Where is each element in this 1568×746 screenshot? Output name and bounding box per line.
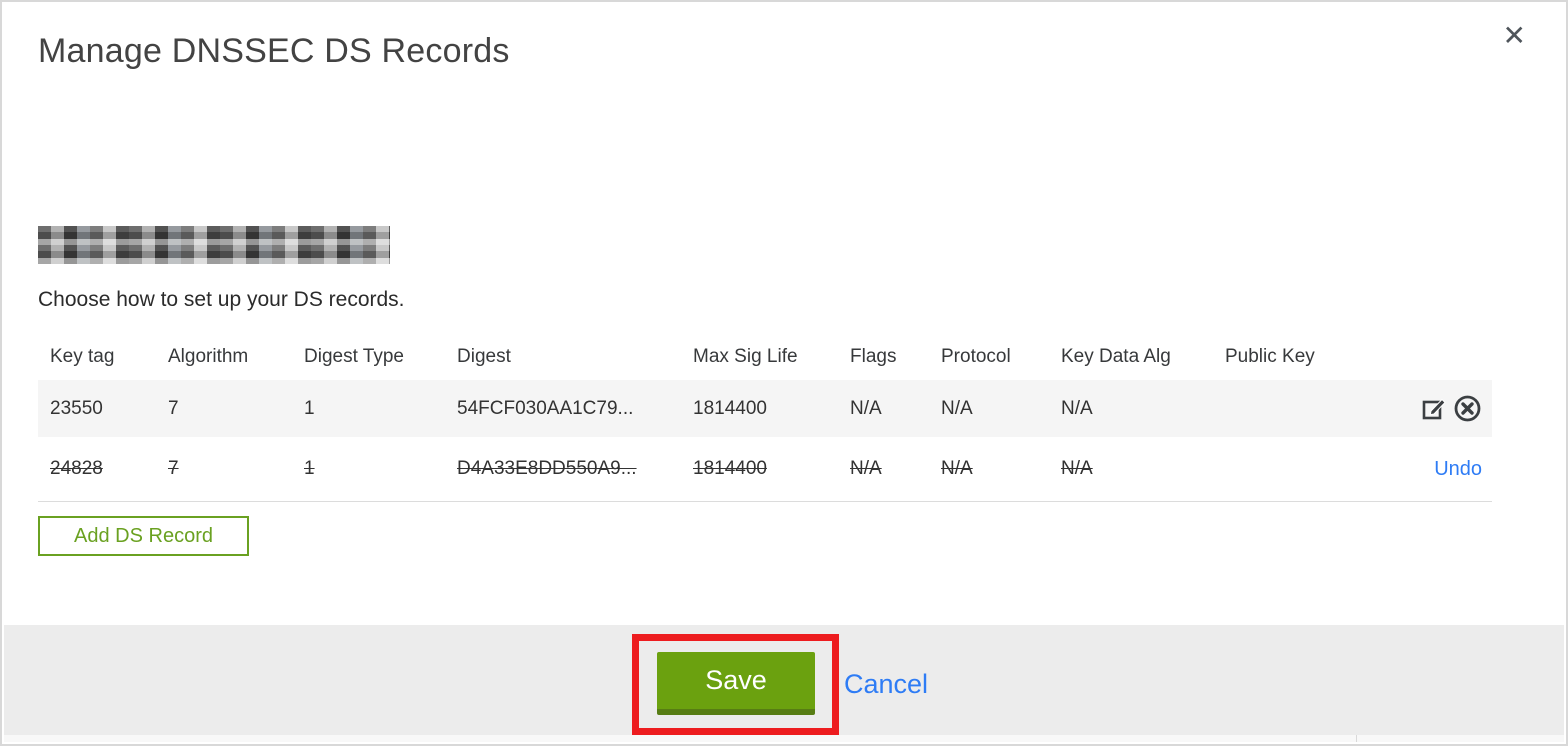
cell-digest: D4A33E8DD550A9... xyxy=(457,458,637,479)
add-ds-record-button[interactable]: Add DS Record xyxy=(38,516,249,556)
cell-max-sig-life: 1814400 xyxy=(693,458,767,479)
page-title: Manage DNSSEC DS Records xyxy=(38,32,510,70)
table-row: 23550 7 1 54FCF030AA1C79... 1814400 N/A … xyxy=(38,380,1492,437)
cell-digest-type: 1 xyxy=(304,397,315,419)
cell-algorithm: 7 xyxy=(168,397,179,419)
page-behind-modal xyxy=(4,735,1564,742)
save-button[interactable]: Save xyxy=(657,652,815,715)
cell-max-sig-life: 1814400 xyxy=(693,397,767,419)
cell-protocol: N/A xyxy=(941,397,973,419)
instruction-text: Choose how to set up your DS records. xyxy=(38,288,405,311)
cancel-link[interactable]: Cancel xyxy=(844,669,928,700)
column-header-public-key: Public Key xyxy=(1225,346,1315,367)
column-header-key-tag: Key tag xyxy=(50,346,115,367)
cell-key-tag: 24828 xyxy=(50,458,103,479)
column-header-flags: Flags xyxy=(850,346,897,367)
cell-key-data-alg: N/A xyxy=(1061,458,1093,479)
column-header-max-sig-life: Max Sig Life xyxy=(693,346,798,367)
cell-flags: N/A xyxy=(850,458,882,479)
domain-name-redacted xyxy=(38,226,390,264)
column-header-protocol: Protocol xyxy=(941,346,1011,367)
close-icon[interactable]: ✕ xyxy=(1503,22,1526,50)
divider xyxy=(1356,735,1357,742)
dnssec-modal: Manage DNSSEC DS Records ✕ Choose how to… xyxy=(0,0,1568,746)
cell-algorithm: 7 xyxy=(168,458,179,479)
cell-key-tag: 23550 xyxy=(50,397,103,419)
modal-footer: Save Cancel xyxy=(4,625,1564,739)
cell-key-data-alg: N/A xyxy=(1061,397,1093,419)
ds-records-table: Key tag Algorithm Digest Type Digest Max… xyxy=(38,334,1492,502)
annotation-highlight-box: Save xyxy=(632,634,839,735)
column-header-key-data-alg: Key Data Alg xyxy=(1061,346,1171,367)
table-row-deleted: 24828 7 1 D4A33E8DD550A9... 1814400 N/A … xyxy=(38,437,1492,502)
column-header-digest-type: Digest Type xyxy=(304,346,404,367)
cell-digest-type: 1 xyxy=(304,458,315,479)
cell-digest: 54FCF030AA1C79... xyxy=(457,397,634,419)
cell-protocol: N/A xyxy=(941,458,973,479)
table-header-row: Key tag Algorithm Digest Type Digest Max… xyxy=(38,334,1492,380)
edit-icon[interactable] xyxy=(1420,394,1450,424)
undo-link[interactable]: Undo xyxy=(1434,458,1482,481)
delete-icon[interactable] xyxy=(1452,394,1482,424)
column-header-algorithm: Algorithm xyxy=(168,346,249,367)
column-header-digest: Digest xyxy=(457,346,511,367)
cell-flags: N/A xyxy=(850,397,882,419)
